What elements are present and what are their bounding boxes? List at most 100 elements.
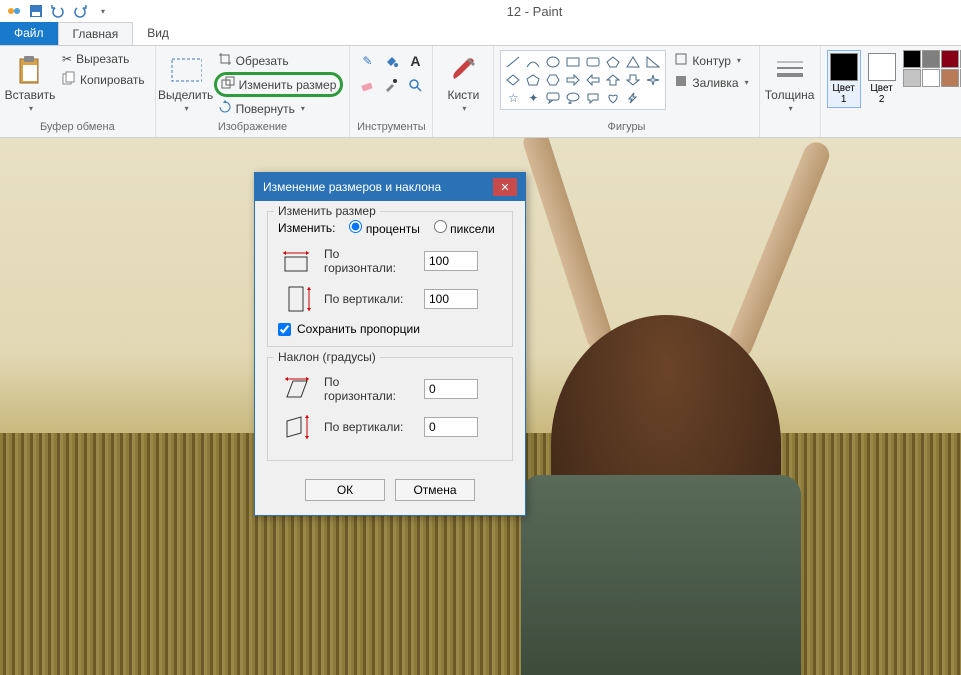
shape-arrowu[interactable]: [604, 72, 622, 88]
shape-heart[interactable]: [604, 90, 622, 106]
skew-h-input[interactable]: [424, 379, 478, 399]
save-icon[interactable]: [26, 2, 46, 20]
select-icon: [170, 54, 202, 86]
shape-lightning[interactable]: [624, 90, 642, 106]
shape-arrowd[interactable]: [624, 72, 642, 88]
shape-diamond[interactable]: [504, 72, 522, 88]
resize-h-input[interactable]: [424, 251, 478, 271]
resize-fieldset: Изменить размер Изменить: проценты пиксе…: [267, 211, 513, 347]
outline-icon: [674, 52, 688, 69]
picker-tool[interactable]: [380, 74, 402, 96]
group-clipboard: Вставить ✂Вырезать Копировать Буфер обме…: [0, 46, 156, 137]
shape-hexagon[interactable]: [544, 72, 562, 88]
paste-icon: [14, 54, 46, 86]
tab-home[interactable]: Главная: [58, 22, 134, 45]
quick-access-toolbar: [4, 2, 112, 20]
color1-button[interactable]: Цвет 1: [827, 50, 861, 108]
group-brushes: Кисти: [433, 46, 494, 137]
palette-swatch[interactable]: [941, 69, 959, 87]
eraser-tool[interactable]: [356, 74, 378, 96]
zoom-tool[interactable]: [404, 74, 426, 96]
group-image: Выделить Обрезать Изменить размер Поверн…: [156, 46, 351, 137]
shape-star6[interactable]: ✦: [524, 90, 542, 106]
dialog-titlebar[interactable]: Изменение размеров и наклона ✕: [255, 173, 525, 201]
color1-swatch: [830, 53, 858, 81]
tab-file[interactable]: Файл: [0, 22, 58, 45]
ribbon: Вставить ✂Вырезать Копировать Буфер обме…: [0, 46, 961, 138]
undo-icon[interactable]: [48, 2, 68, 20]
shape-arrowr[interactable]: [564, 72, 582, 88]
radio-pixels[interactable]: пиксели: [434, 220, 495, 236]
group-thickness: Толщина: [760, 46, 821, 137]
cancel-button[interactable]: Отмена: [395, 479, 475, 501]
pencil-tool[interactable]: ✎: [356, 50, 378, 72]
copy-button[interactable]: Копировать: [58, 69, 149, 90]
app-menu-icon[interactable]: [4, 2, 24, 20]
outline-button[interactable]: Контур: [670, 50, 752, 71]
color-palette: [903, 50, 961, 87]
paste-label: Вставить: [5, 88, 56, 102]
title-bar: 12 - Paint: [0, 0, 961, 22]
palette-swatch[interactable]: [922, 69, 940, 87]
text-tool[interactable]: A: [404, 50, 426, 72]
shape-arrowl[interactable]: [584, 72, 602, 88]
shape-polygon[interactable]: [604, 54, 622, 70]
resize-v-input[interactable]: [424, 289, 478, 309]
resize-v-icon: [278, 284, 314, 314]
shape-star5[interactable]: ☆: [504, 90, 522, 106]
resize-icon: [221, 76, 235, 93]
shape-oval[interactable]: [544, 54, 562, 70]
shape-pentagon[interactable]: [524, 72, 542, 88]
shapes-gallery[interactable]: ☆ ✦: [500, 50, 666, 110]
by-label: Изменить:: [278, 221, 335, 235]
keep-ratio-checkbox[interactable]: [278, 323, 291, 336]
redo-icon[interactable]: [70, 2, 90, 20]
cut-button[interactable]: ✂Вырезать: [58, 50, 149, 68]
skew-v-input[interactable]: [424, 417, 478, 437]
shape-callout3[interactable]: [584, 90, 602, 106]
skew-h-icon: [278, 374, 314, 404]
skew-legend: Наклон (градусы): [274, 350, 380, 364]
tab-view[interactable]: Вид: [133, 22, 183, 45]
canvas-area[interactable]: Изменение размеров и наклона ✕ Изменить …: [0, 138, 961, 675]
palette-swatch[interactable]: [922, 50, 940, 68]
shape-curve[interactable]: [524, 54, 542, 70]
shape-rtriangle[interactable]: [644, 54, 662, 70]
color2-swatch: [868, 53, 896, 81]
palette-swatch[interactable]: [903, 50, 921, 68]
resize-legend: Изменить размер: [274, 204, 380, 218]
resize-button[interactable]: Изменить размер: [214, 72, 344, 97]
color2-button[interactable]: Цвет 2: [865, 50, 899, 108]
shape-roundrect[interactable]: [584, 54, 602, 70]
shape-triangle[interactable]: [624, 54, 642, 70]
group-shapes-label: Фигуры: [500, 121, 752, 135]
shape-rect[interactable]: [564, 54, 582, 70]
rotate-button[interactable]: Повернуть: [214, 98, 344, 119]
shape-callout1[interactable]: [544, 90, 562, 106]
qat-customize-icon[interactable]: [92, 2, 112, 20]
group-shapes: ☆ ✦ Контур Заливка Фигуры: [494, 46, 759, 137]
close-icon[interactable]: ✕: [493, 178, 517, 196]
palette-swatch[interactable]: [941, 50, 959, 68]
radio-percent[interactable]: проценты: [349, 220, 419, 236]
shape-star4[interactable]: [644, 72, 662, 88]
crop-button[interactable]: Обрезать: [214, 50, 344, 71]
ok-button[interactable]: ОК: [305, 479, 385, 501]
resize-v-label: По вертикали:: [324, 292, 414, 306]
palette-swatch[interactable]: [903, 69, 921, 87]
group-tools: ✎ A Инструменты: [350, 46, 433, 137]
brushes-button[interactable]: Кисти: [439, 50, 487, 116]
paste-button[interactable]: Вставить: [6, 50, 54, 116]
fill-shape-icon: [674, 74, 688, 91]
shape-line[interactable]: [504, 54, 522, 70]
thickness-button[interactable]: Толщина: [766, 50, 814, 116]
fill-button[interactable]: Заливка: [670, 72, 752, 93]
crop-icon: [218, 52, 232, 69]
select-button[interactable]: Выделить: [162, 50, 210, 116]
group-image-label: Изображение: [162, 121, 344, 135]
thickness-icon: [774, 54, 806, 86]
cut-icon: ✂: [62, 52, 72, 66]
shape-callout2[interactable]: [564, 90, 582, 106]
fill-tool[interactable]: [380, 50, 402, 72]
copy-icon: [62, 71, 76, 88]
